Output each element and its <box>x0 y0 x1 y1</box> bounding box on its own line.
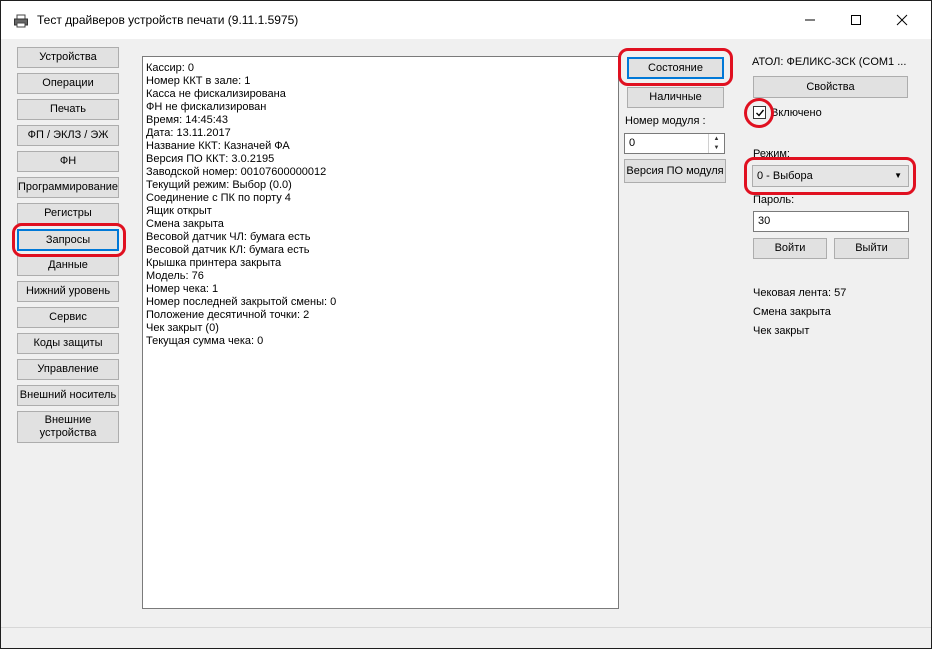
module-version-button[interactable]: Версия ПО модуля <box>624 159 726 183</box>
state-button[interactable]: Состояние <box>627 57 724 79</box>
nav-item-registers[interactable]: Регистры <box>17 203 119 224</box>
status-shift: Смена закрыта <box>753 306 831 318</box>
output-line: Смена закрыта <box>146 218 224 230</box>
output-line: Чек закрыт (0) <box>146 322 219 334</box>
output-line: Время: 14:45:43 <box>146 114 229 126</box>
output-line: Ящик открыт <box>146 205 212 217</box>
cash-button[interactable]: Наличные <box>627 87 724 108</box>
output-line: Дата: 13.11.2017 <box>146 127 231 139</box>
nav-item-external-storage[interactable]: Внешний носитель <box>17 385 119 406</box>
nav-item-operations[interactable]: Операции <box>17 73 119 94</box>
spin-down-icon[interactable]: ▼ <box>709 144 724 154</box>
module-number-spinner[interactable]: 0 ▲ ▼ <box>624 133 725 154</box>
printer-icon <box>14 14 28 28</box>
nav-item-control[interactable]: Управление <box>17 359 119 380</box>
output-line: Название ККТ: Казначей ФА <box>146 140 290 152</box>
status-receipt-tape: Чековая лента: 57 <box>753 287 847 299</box>
nav-item-external-devices[interactable]: Внешние устройства <box>17 411 119 443</box>
nav-item-fp-eklz[interactable]: ФП / ЭКЛЗ / ЭЖ <box>17 125 119 146</box>
output-line: Заводской номер: 00107600000012 <box>146 166 327 178</box>
checkmark-icon <box>755 109 764 117</box>
nav-item-programming[interactable]: Программирование <box>17 177 119 198</box>
nav-item-low-level[interactable]: Нижний уровень <box>17 281 119 302</box>
output-line: Соединение с ПК по порту 4 <box>146 192 291 204</box>
nav-item-data[interactable]: Данные <box>17 255 119 276</box>
output-textarea[interactable]: Кассир: 0 Номер ККТ в зале: 1 Касса не ф… <box>142 56 619 609</box>
nav-item-protection-codes[interactable]: Коды защиты <box>17 333 119 354</box>
password-label: Пароль: <box>753 194 795 206</box>
output-line: Весовой датчик КЛ: бумага есть <box>146 244 310 256</box>
nav-item-requests[interactable]: Запросы <box>17 229 119 251</box>
output-line: Крышка принтера закрыта <box>146 257 282 269</box>
minimize-icon <box>805 19 815 21</box>
main-window: Тест драйверов устройств печати (9.11.1.… <box>0 0 932 649</box>
close-button[interactable] <box>879 1 925 39</box>
status-bar <box>1 627 931 649</box>
password-value: 30 <box>758 215 771 227</box>
output-line: Текущий режим: Выбор (0.0) <box>146 179 292 191</box>
properties-button[interactable]: Свойства <box>753 76 908 98</box>
output-line: Номер ККТ в зале: 1 <box>146 75 251 87</box>
nav-item-print[interactable]: Печать <box>17 99 119 120</box>
output-line: Кассир: 0 <box>146 62 195 74</box>
status-receipt: Чек закрыт <box>753 325 810 337</box>
device-name: АТОЛ: ФЕЛИКС-3СК (COM1 ... <box>752 56 907 68</box>
nav-item-service[interactable]: Сервис <box>17 307 119 328</box>
password-input[interactable]: 30 <box>753 211 909 232</box>
maximize-icon <box>851 15 861 25</box>
output-line: Версия ПО ККТ: 3.0.2195 <box>146 153 275 165</box>
module-number-label: Номер модуля : <box>625 115 706 127</box>
output-line: Номер чека: 1 <box>146 283 219 295</box>
mode-label: Режим: <box>753 148 790 160</box>
spinner-buttons[interactable]: ▲ ▼ <box>708 134 724 153</box>
mode-select-value: 0 - Выбора <box>757 170 813 182</box>
output-line: Весовой датчик ЧЛ: бумага есть <box>146 231 311 243</box>
output-line: ФН не фискализирован <box>146 101 267 113</box>
chevron-down-icon: ▼ <box>894 171 902 180</box>
spin-up-icon[interactable]: ▲ <box>709 134 724 144</box>
nav-item-fn[interactable]: ФН <box>17 151 119 172</box>
mode-select[interactable]: 0 - Выбора ▼ <box>752 165 909 187</box>
output-line: Модель: 76 <box>146 270 204 282</box>
output-line: Касса не фискализирована <box>146 88 286 100</box>
output-line: Текущая сумма чека: 0 <box>146 335 264 347</box>
login-button[interactable]: Войти <box>753 238 827 259</box>
output-line: Номер последней закрытой смены: 0 <box>146 296 337 308</box>
window-title: Тест драйверов устройств печати (9.11.1.… <box>37 13 299 27</box>
enabled-checkbox[interactable] <box>753 106 766 119</box>
title-bar: Тест драйверов устройств печати (9.11.1.… <box>1 1 931 39</box>
logout-button[interactable]: Выйти <box>834 238 909 259</box>
close-icon <box>896 14 908 26</box>
nav-item-devices[interactable]: Устройства <box>17 47 119 68</box>
minimize-button[interactable] <box>787 1 833 39</box>
enabled-label: Включено <box>771 107 822 119</box>
output-line: Положение десятичной точки: 2 <box>146 309 310 321</box>
maximize-button[interactable] <box>833 1 879 39</box>
module-number-value: 0 <box>629 137 636 149</box>
